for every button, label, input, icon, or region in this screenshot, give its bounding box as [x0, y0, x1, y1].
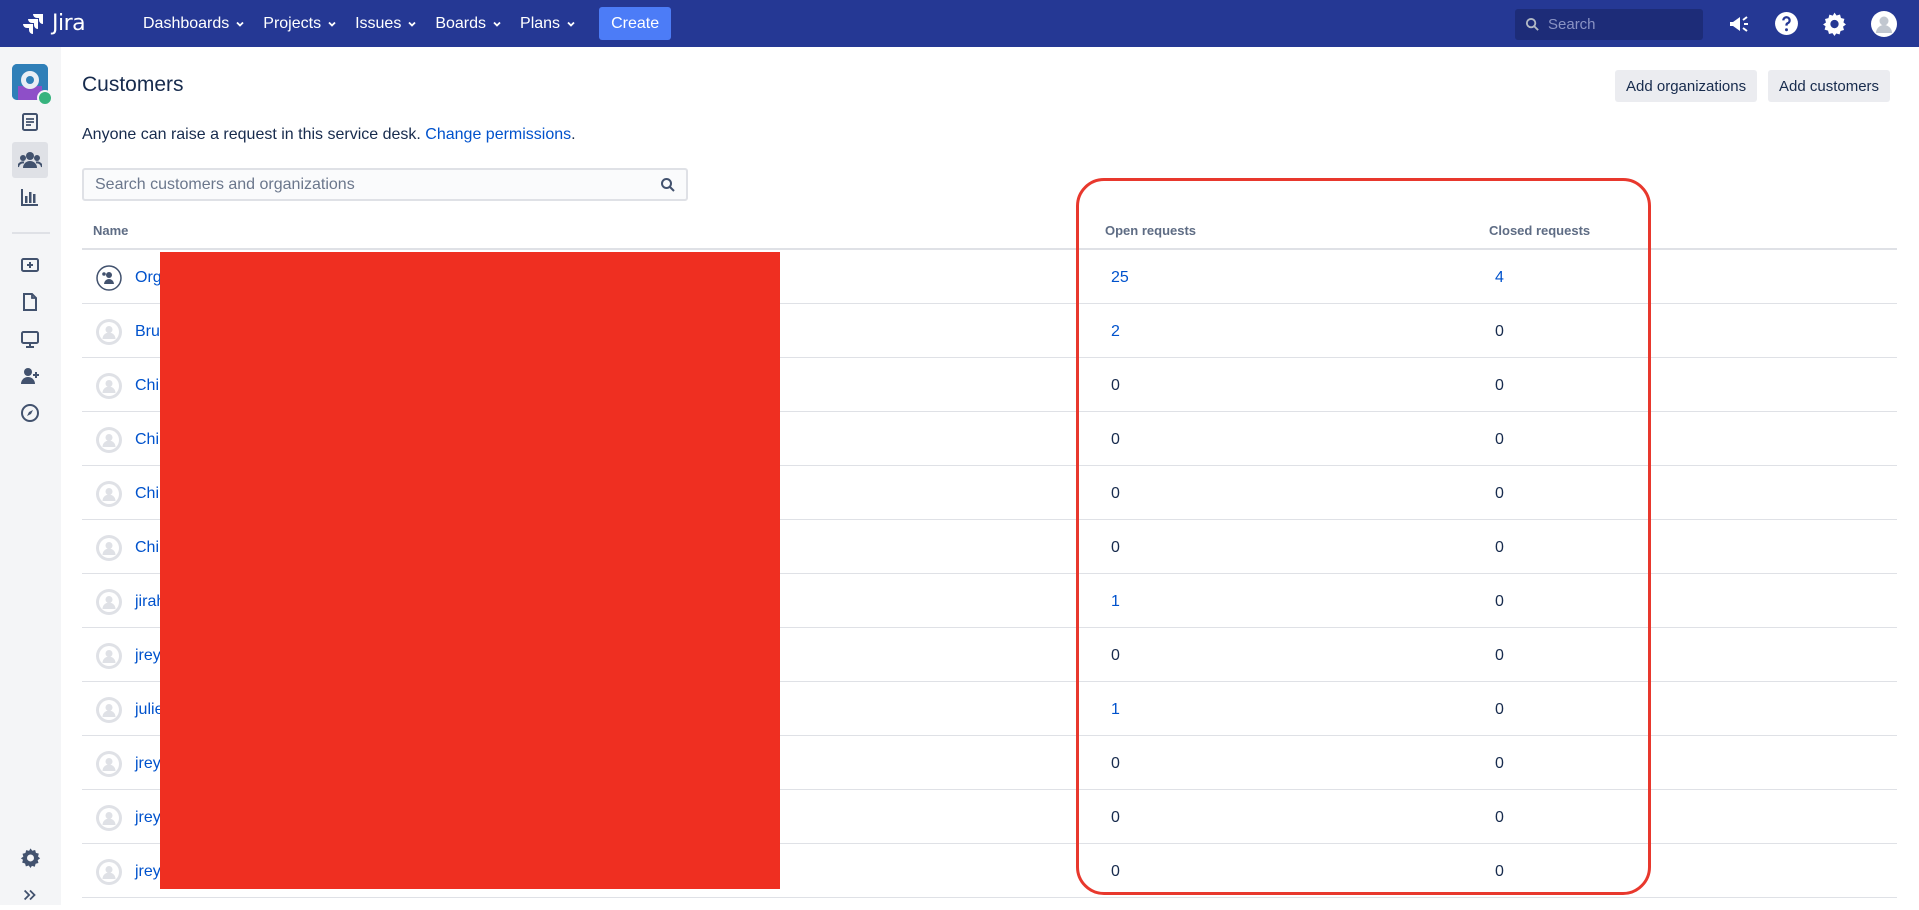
project-avatar[interactable] [12, 64, 53, 106]
jira-logo[interactable]: Jira [22, 0, 114, 47]
chevron-down-icon [236, 21, 244, 27]
customer-search-input[interactable] [95, 175, 635, 194]
global-search[interactable] [1515, 9, 1703, 40]
customer-avatar-icon [96, 697, 122, 723]
raise-request-icon[interactable] [15, 250, 45, 280]
channels-icon[interactable] [15, 324, 45, 354]
customer-name-link[interactable]: Bru [135, 323, 160, 341]
chevron-down-icon [328, 21, 336, 27]
permission-notice: Anyone can raise a request in this servi… [82, 126, 576, 144]
nav-boards[interactable]: Boards [426, 0, 511, 47]
customer-name-link[interactable]: jrey [135, 755, 161, 773]
top-navigation: Jira Dashboards Projects Issues Boards P… [0, 0, 1919, 47]
permission-suffix: . [571, 126, 576, 143]
help-icon[interactable] [1773, 10, 1800, 37]
customer-name-link[interactable]: Chi [135, 377, 159, 395]
add-customers-button[interactable]: Add customers [1768, 70, 1891, 102]
customer-avatar-icon [96, 427, 122, 453]
customer-avatar-icon [96, 805, 122, 831]
explore-icon[interactable] [15, 398, 45, 428]
nav-plans-label: Plans [520, 14, 561, 32]
global-search-input[interactable] [1548, 16, 1698, 33]
nav-dashboards-label: Dashboards [143, 14, 230, 32]
nav-projects-label: Projects [263, 14, 322, 32]
permission-text: Anyone can raise a request in this servi… [82, 126, 421, 143]
customer-name-link[interactable]: Org [135, 269, 162, 287]
add-organizations-button[interactable]: Add organizations [1615, 70, 1758, 102]
nav-issues-label: Issues [355, 14, 402, 32]
customer-avatar-icon [96, 535, 122, 561]
project-sidebar [0, 47, 61, 905]
organization-icon [96, 265, 122, 291]
customer-avatar-icon [96, 859, 122, 885]
customers-icon[interactable] [12, 142, 48, 178]
notification-badge [37, 90, 53, 106]
customer-name-link[interactable]: Chi [135, 539, 159, 557]
queues-icon[interactable] [15, 107, 45, 137]
column-header-name[interactable]: Name [93, 223, 128, 238]
search-icon [1525, 17, 1539, 31]
nav-menu: Dashboards Projects Issues Boards Plans … [134, 0, 672, 47]
customer-search[interactable] [82, 168, 688, 201]
search-icon[interactable] [660, 177, 676, 193]
page-title: Customers [82, 73, 184, 96]
customer-name-link[interactable]: Chi [135, 485, 159, 503]
chevron-down-icon [408, 21, 416, 27]
create-button[interactable]: Create [599, 7, 672, 40]
customer-avatar-icon [96, 319, 122, 345]
customer-name-link[interactable]: jrey [135, 647, 161, 665]
chevron-down-icon [567, 21, 575, 27]
nav-plans[interactable]: Plans [511, 0, 585, 47]
nav-boards-label: Boards [435, 14, 487, 32]
change-permissions-link[interactable]: Change permissions [425, 126, 571, 143]
nav-dashboards[interactable]: Dashboards [134, 0, 254, 47]
customer-avatar-icon [96, 643, 122, 669]
app-name: Jira [52, 11, 86, 36]
user-avatar[interactable] [1870, 10, 1897, 37]
nav-projects[interactable]: Projects [254, 0, 346, 47]
customer-avatar-icon [96, 751, 122, 777]
redaction-block [160, 252, 780, 889]
customer-name-link[interactable]: jrey [135, 863, 161, 881]
jira-logo-icon [23, 13, 43, 34]
customer-avatar-icon [96, 373, 122, 399]
knowledge-base-icon[interactable] [15, 287, 45, 317]
expand-sidebar-icon[interactable] [15, 880, 45, 910]
customer-name-link[interactable]: jrey [135, 809, 161, 827]
settings-icon[interactable] [1821, 10, 1848, 37]
nav-issues[interactable]: Issues [346, 0, 426, 47]
reports-icon[interactable] [15, 182, 45, 212]
customer-name-link[interactable]: Chi [135, 431, 159, 449]
invite-team-icon[interactable] [15, 361, 45, 391]
megaphone-icon[interactable] [1725, 10, 1752, 37]
customer-avatar-icon [96, 589, 122, 615]
customer-avatar-icon [96, 481, 122, 507]
highlight-outline [1076, 178, 1651, 895]
chevron-down-icon [493, 21, 501, 27]
project-settings-icon[interactable] [15, 842, 45, 872]
sidebar-divider [12, 232, 50, 234]
